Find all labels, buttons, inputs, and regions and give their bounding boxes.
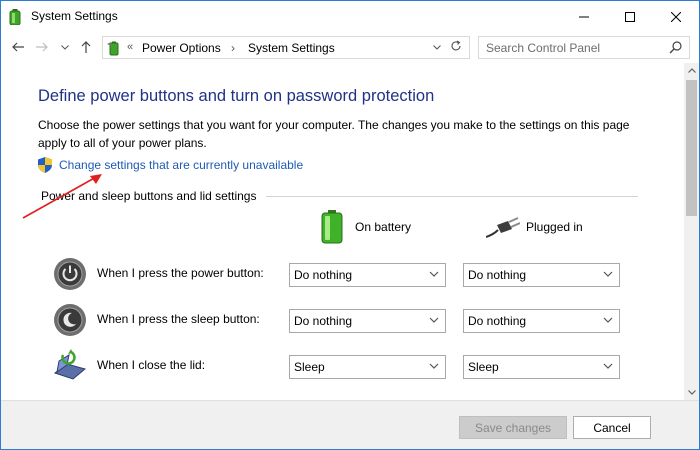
scroll-up-button[interactable] <box>684 63 699 78</box>
up-arrow-icon <box>81 41 91 53</box>
chevron-down-icon <box>429 271 439 277</box>
laptop-lid-icon <box>53 349 87 380</box>
up-button[interactable] <box>77 38 95 56</box>
power-button-label: When I press the power button: <box>97 266 264 280</box>
breadcrumb-overflow[interactable]: « <box>127 41 133 53</box>
section-divider <box>266 196 638 197</box>
select-value: Do nothing <box>468 268 527 282</box>
sleep-button-row: When I press the sleep button: Do nothin… <box>53 301 633 337</box>
select-value: Do nothing <box>468 314 527 328</box>
close-lid-label: When I close the lid: <box>97 358 206 372</box>
forward-button[interactable] <box>33 38 51 56</box>
select-value: Do nothing <box>294 314 353 328</box>
column-header-plugged: Plugged in <box>486 209 583 245</box>
page-description: Choose the power settings that you want … <box>38 118 630 150</box>
close-lid-plugged-select[interactable]: Sleep <box>463 355 620 379</box>
sleep-button-battery-select[interactable]: Do nothing <box>289 309 446 333</box>
breadcrumb-power-options[interactable]: Power Options <box>142 41 221 55</box>
column-header-battery: On battery <box>321 209 411 245</box>
save-changes-button[interactable]: Save changes <box>459 416 567 439</box>
forward-arrow-icon <box>36 42 48 52</box>
control-panel-battery-icon <box>107 41 119 56</box>
minimize-icon <box>579 16 589 17</box>
select-value: Sleep <box>468 360 499 374</box>
search-box[interactable] <box>478 36 690 59</box>
title-bar: System Settings <box>1 1 699 32</box>
maximize-icon <box>625 11 635 22</box>
close-icon <box>671 11 681 22</box>
breadcrumb-system-settings[interactable]: System Settings <box>248 41 335 55</box>
close-lid-row: When I close the lid: Sleep Sleep <box>53 347 633 383</box>
sleep-button-icon <box>54 304 86 336</box>
sleep-button-plugged-select[interactable]: Do nothing <box>463 309 620 333</box>
content-pane: Define power buttons and turn on passwor… <box>1 63 684 400</box>
close-lid-battery-select[interactable]: Sleep <box>289 355 446 379</box>
refresh-icon <box>451 40 461 51</box>
power-plug-icon <box>486 217 520 238</box>
chevron-down-icon <box>61 44 69 50</box>
sleep-button-label: When I press the sleep button: <box>97 312 260 326</box>
address-bar[interactable]: « Power Options › System Settings <box>102 36 470 59</box>
battery-icon <box>321 210 343 244</box>
select-value: Sleep <box>294 360 325 374</box>
column-label-battery: On battery <box>355 220 412 234</box>
back-button[interactable] <box>9 38 27 56</box>
scroll-thumb[interactable] <box>686 80 697 216</box>
maximize-button[interactable] <box>607 1 653 32</box>
chevron-down-icon <box>603 317 613 323</box>
chevron-up-icon <box>687 68 696 73</box>
annotation-arrow-icon <box>22 174 102 219</box>
chevron-down-icon <box>603 363 613 369</box>
footer-bar: Save changes Cancel <box>1 400 699 449</box>
battery-app-icon <box>9 9 21 25</box>
chevron-down-icon <box>687 390 696 395</box>
chevron-down-icon <box>429 317 439 323</box>
back-arrow-icon <box>12 42 24 52</box>
chevron-down-icon <box>603 271 613 277</box>
close-button[interactable] <box>653 1 699 32</box>
column-label-plugged: Plugged in <box>526 220 583 234</box>
search-input[interactable] <box>479 37 664 58</box>
select-value: Do nothing <box>294 268 353 282</box>
breadcrumb-separator[interactable]: › <box>231 41 235 55</box>
minimize-button[interactable] <box>561 1 607 32</box>
window-title: System Settings <box>31 9 118 23</box>
power-button-plugged-select[interactable]: Do nothing <box>463 263 620 287</box>
power-button-icon <box>54 258 86 290</box>
chevron-down-icon <box>433 45 441 50</box>
cancel-button[interactable]: Cancel <box>573 416 651 439</box>
system-settings-window: System Settings « Power Options › System… <box>0 0 700 450</box>
address-dropdown[interactable] <box>433 42 441 52</box>
navigation-bar: « Power Options › System Settings <box>1 32 699 63</box>
recent-locations-button[interactable] <box>59 38 71 56</box>
vertical-scrollbar[interactable] <box>684 63 699 400</box>
page-title: Define power buttons and turn on passwor… <box>38 87 435 105</box>
search-icon[interactable] <box>669 40 683 54</box>
power-button-battery-select[interactable]: Do nothing <box>289 263 446 287</box>
chevron-down-icon <box>429 363 439 369</box>
scroll-down-button[interactable] <box>684 385 699 400</box>
refresh-button[interactable] <box>450 40 462 55</box>
power-button-row: When I press the power button: Do nothin… <box>53 255 633 291</box>
